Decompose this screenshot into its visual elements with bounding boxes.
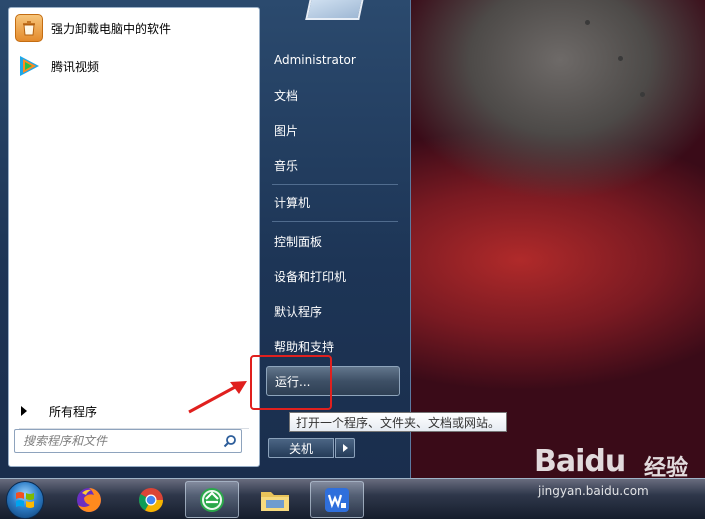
- right-item-default-programs[interactable]: 默认程序: [266, 296, 400, 326]
- user-picture[interactable]: [305, 0, 365, 20]
- watermark-url: jingyan.baidu.com: [538, 484, 649, 498]
- wallpaper-rivet: [618, 56, 623, 61]
- right-item-label: 音乐: [274, 158, 299, 173]
- taskbar-wps[interactable]: [310, 481, 364, 518]
- right-item-label: Administrator: [274, 53, 356, 67]
- chevron-right-icon: [342, 444, 348, 452]
- uninstall-icon: [15, 14, 43, 42]
- firefox-icon: [77, 487, 101, 512]
- program-label: 强力卸载电脑中的软件: [51, 21, 172, 36]
- start-button[interactable]: [6, 481, 44, 519]
- watermark-logo: Baidu: [534, 444, 626, 479]
- right-item-label: 设备和打印机: [274, 269, 347, 284]
- annotation-highlight-box: [250, 355, 332, 410]
- wps-icon: [325, 487, 349, 512]
- taskbar-browser[interactable]: [185, 481, 239, 518]
- right-item-label: 控制面板: [274, 234, 323, 249]
- right-item-label: 计算机: [274, 195, 311, 210]
- program-item-uninstaller[interactable]: 强力卸载电脑中的软件: [11, 10, 257, 46]
- right-item-label: 默认程序: [274, 304, 323, 319]
- baidu-jingyan-watermark: Baidu 经验 jingyan.baidu.com: [534, 444, 704, 504]
- file-explorer-icon: [261, 491, 289, 511]
- program-label: 腾讯视频: [51, 59, 100, 74]
- right-item-music[interactable]: 音乐: [266, 150, 400, 180]
- run-tooltip: 打开一个程序、文件夹、文档或网站。: [289, 412, 508, 432]
- taskbar-firefox[interactable]: [62, 481, 116, 518]
- taskbar-file-explorer[interactable]: [248, 481, 302, 518]
- windows-logo-icon: [16, 492, 34, 508]
- right-item-devices-printers[interactable]: 设备和打印机: [266, 261, 400, 291]
- right-item-documents[interactable]: 文档: [266, 80, 400, 110]
- taskbar-chrome[interactable]: [124, 481, 178, 518]
- tooltip-text: 打开一个程序、文件夹、文档或网站。: [296, 415, 501, 430]
- all-programs-label: 所有程序: [49, 404, 98, 419]
- search-input[interactable]: [21, 433, 220, 449]
- shutdown-button[interactable]: 关机: [268, 438, 334, 458]
- right-item-administrator[interactable]: Administrator: [266, 45, 400, 75]
- right-item-pictures[interactable]: 图片: [266, 115, 400, 145]
- start-search-box: [14, 429, 242, 453]
- shutdown-label: 关机: [288, 441, 313, 456]
- tencent-video-icon: [15, 52, 43, 80]
- right-item-control-panel[interactable]: 控制面板: [266, 226, 400, 256]
- right-item-computer[interactable]: 计算机: [266, 187, 400, 217]
- shutdown-options-button[interactable]: [335, 438, 355, 458]
- wallpaper-rivet: [640, 92, 645, 97]
- right-item-label: 帮助和支持: [274, 339, 335, 354]
- divider: [272, 184, 398, 185]
- watermark-text: 经验: [644, 456, 689, 481]
- annotation-arrow-icon: [188, 381, 247, 414]
- browser-icon: [200, 487, 224, 512]
- search-icon[interactable]: [219, 430, 241, 452]
- wallpaper-rivet: [585, 20, 590, 25]
- program-item-tencent-video[interactable]: 腾讯视频: [11, 48, 257, 84]
- chrome-icon: [138, 487, 163, 512]
- right-item-label: 文档: [274, 88, 299, 103]
- triangle-right-icon: [21, 406, 27, 416]
- right-item-label: 图片: [274, 123, 299, 138]
- divider: [272, 221, 398, 222]
